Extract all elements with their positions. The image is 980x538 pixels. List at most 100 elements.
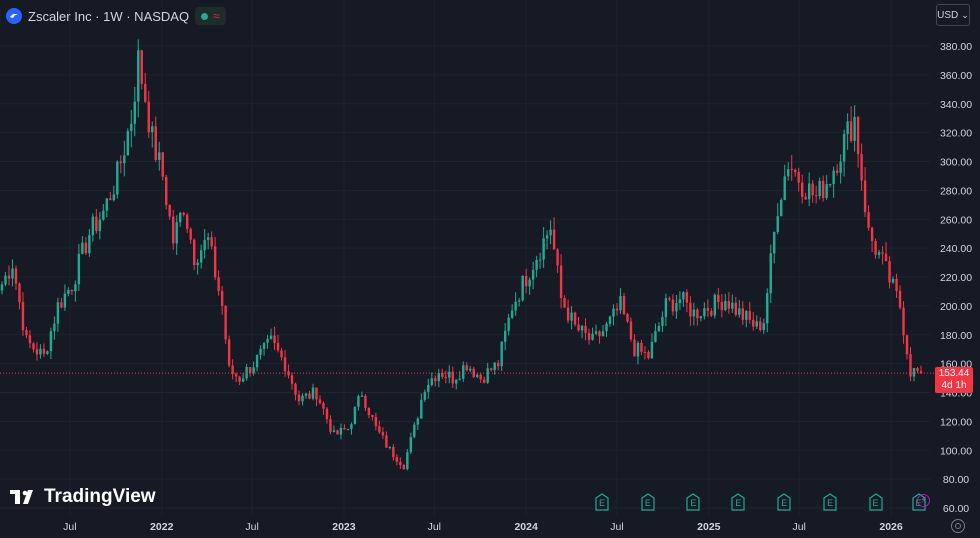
earnings-badge-label: E	[827, 498, 834, 508]
earnings-badge-label: E	[872, 498, 879, 508]
candle-body	[615, 308, 619, 311]
earnings-badge-icon[interactable]: E	[641, 493, 655, 511]
candle-body	[762, 323, 765, 331]
candle-body	[531, 269, 535, 280]
candle-body	[32, 343, 35, 350]
candle-body	[619, 295, 622, 311]
dividend-event-icon[interactable]: ⚡	[917, 494, 930, 507]
candle-body	[661, 317, 664, 327]
candle-body	[496, 362, 500, 367]
candle-body	[507, 317, 510, 331]
currency-selector[interactable]: USD ⌄	[936, 4, 970, 26]
candle-body	[301, 395, 304, 402]
y-tick-label: 60.00	[943, 503, 969, 515]
candle-body	[182, 212, 185, 215]
candle-body	[647, 352, 650, 359]
candle-body	[409, 437, 413, 453]
candle-body	[483, 379, 486, 383]
candle-body	[842, 134, 846, 162]
candle-body	[109, 198, 112, 201]
x-tick-label: 2023	[332, 521, 356, 533]
earnings-badge-icon[interactable]: E	[595, 493, 609, 511]
candle-body	[14, 268, 18, 284]
candle-body	[294, 383, 297, 395]
candle-body	[587, 332, 591, 340]
candle-body	[577, 324, 580, 331]
candle-body	[60, 302, 63, 308]
candle-body	[311, 387, 315, 399]
tradingview-watermark[interactable]: TradingView	[10, 486, 156, 508]
candle-body	[259, 348, 262, 355]
candle-body	[811, 183, 814, 196]
y-tick-label: 340.00	[940, 99, 972, 111]
candle-body	[322, 403, 325, 409]
candle-body	[776, 216, 779, 232]
candle-body	[636, 342, 640, 357]
candle-body	[720, 301, 724, 311]
candle-body	[605, 323, 608, 332]
candle-body	[427, 384, 430, 392]
candle-body	[185, 214, 189, 229]
market-status-pill[interactable]: ≈	[195, 7, 226, 25]
candle-body	[752, 319, 755, 327]
candle-body	[371, 414, 374, 418]
earnings-badge-label: E	[781, 498, 788, 508]
candle-body	[21, 302, 25, 331]
candle-body	[248, 367, 252, 374]
candle-body	[545, 235, 549, 239]
last-price-tag: 153.44 4d 1h	[935, 367, 973, 393]
candle-body	[538, 259, 542, 261]
candle-body	[413, 424, 416, 438]
axis-settings-icon[interactable]	[951, 519, 965, 533]
candle-body	[703, 308, 706, 317]
candle-body	[573, 312, 577, 325]
earnings-badge-icon[interactable]: E	[731, 493, 745, 511]
candle-body	[479, 374, 482, 380]
candle-body	[119, 161, 123, 164]
earnings-badge-icon[interactable]: E	[868, 493, 883, 511]
currency-label: USD	[937, 9, 959, 21]
bar-countdown: 4d 1h	[941, 380, 967, 391]
candle-body	[151, 126, 154, 133]
price-chart[interactable]: 60.0080.00100.00120.00140.00160.00180.00…	[0, 0, 980, 538]
y-axis: 60.0080.00100.00120.00140.00160.00180.00…	[940, 41, 972, 515]
chart-area[interactable]: 60.00 80.00 100.00 120.00 140.00 160.00 180.00…	[0, 0, 980, 538]
y-tick-label: 280.00	[940, 185, 972, 197]
earnings-badge-label: E	[599, 498, 606, 508]
candle-body	[807, 183, 811, 200]
candle-body	[741, 308, 744, 320]
candle-body	[902, 307, 905, 336]
earnings-badge-icon[interactable]: E	[823, 493, 837, 511]
candle-body	[706, 308, 710, 312]
candle-body	[699, 316, 703, 319]
candle-body	[266, 338, 269, 343]
candle-body	[308, 393, 311, 399]
candle-body	[95, 216, 98, 231]
candle-body	[689, 302, 692, 317]
candle-body	[580, 325, 584, 331]
symbol-title[interactable]: Zscaler Inc · 1W · NASDAQ	[28, 9, 189, 24]
earnings-badge-icon[interactable]: E	[686, 493, 700, 511]
y-tick-label: 220.00	[940, 272, 972, 284]
x-tick-label: Jul	[63, 521, 76, 533]
candle-body	[734, 302, 738, 315]
candle-body	[441, 373, 444, 377]
candle-body	[77, 253, 81, 285]
candle-body	[514, 301, 517, 311]
data-delay-icon: ≈	[213, 9, 220, 23]
candle-body	[895, 278, 898, 291]
candle-body	[493, 362, 496, 371]
symbol-header[interactable]: Zscaler Inc · 1W · NASDAQ ≈	[6, 6, 226, 26]
x-tick-label: Jul	[792, 521, 805, 533]
candle-body	[46, 351, 49, 354]
candle-body	[874, 241, 877, 255]
candle-body	[780, 199, 783, 217]
candle-body	[584, 325, 587, 333]
y-tick-label: 380.00	[940, 41, 972, 53]
earnings-badge-icon[interactable]: E	[777, 493, 791, 511]
candle-body	[238, 376, 241, 382]
candle-body	[731, 302, 734, 309]
candle-body	[168, 204, 171, 217]
candle-body	[832, 170, 835, 185]
candle-body	[696, 309, 699, 319]
